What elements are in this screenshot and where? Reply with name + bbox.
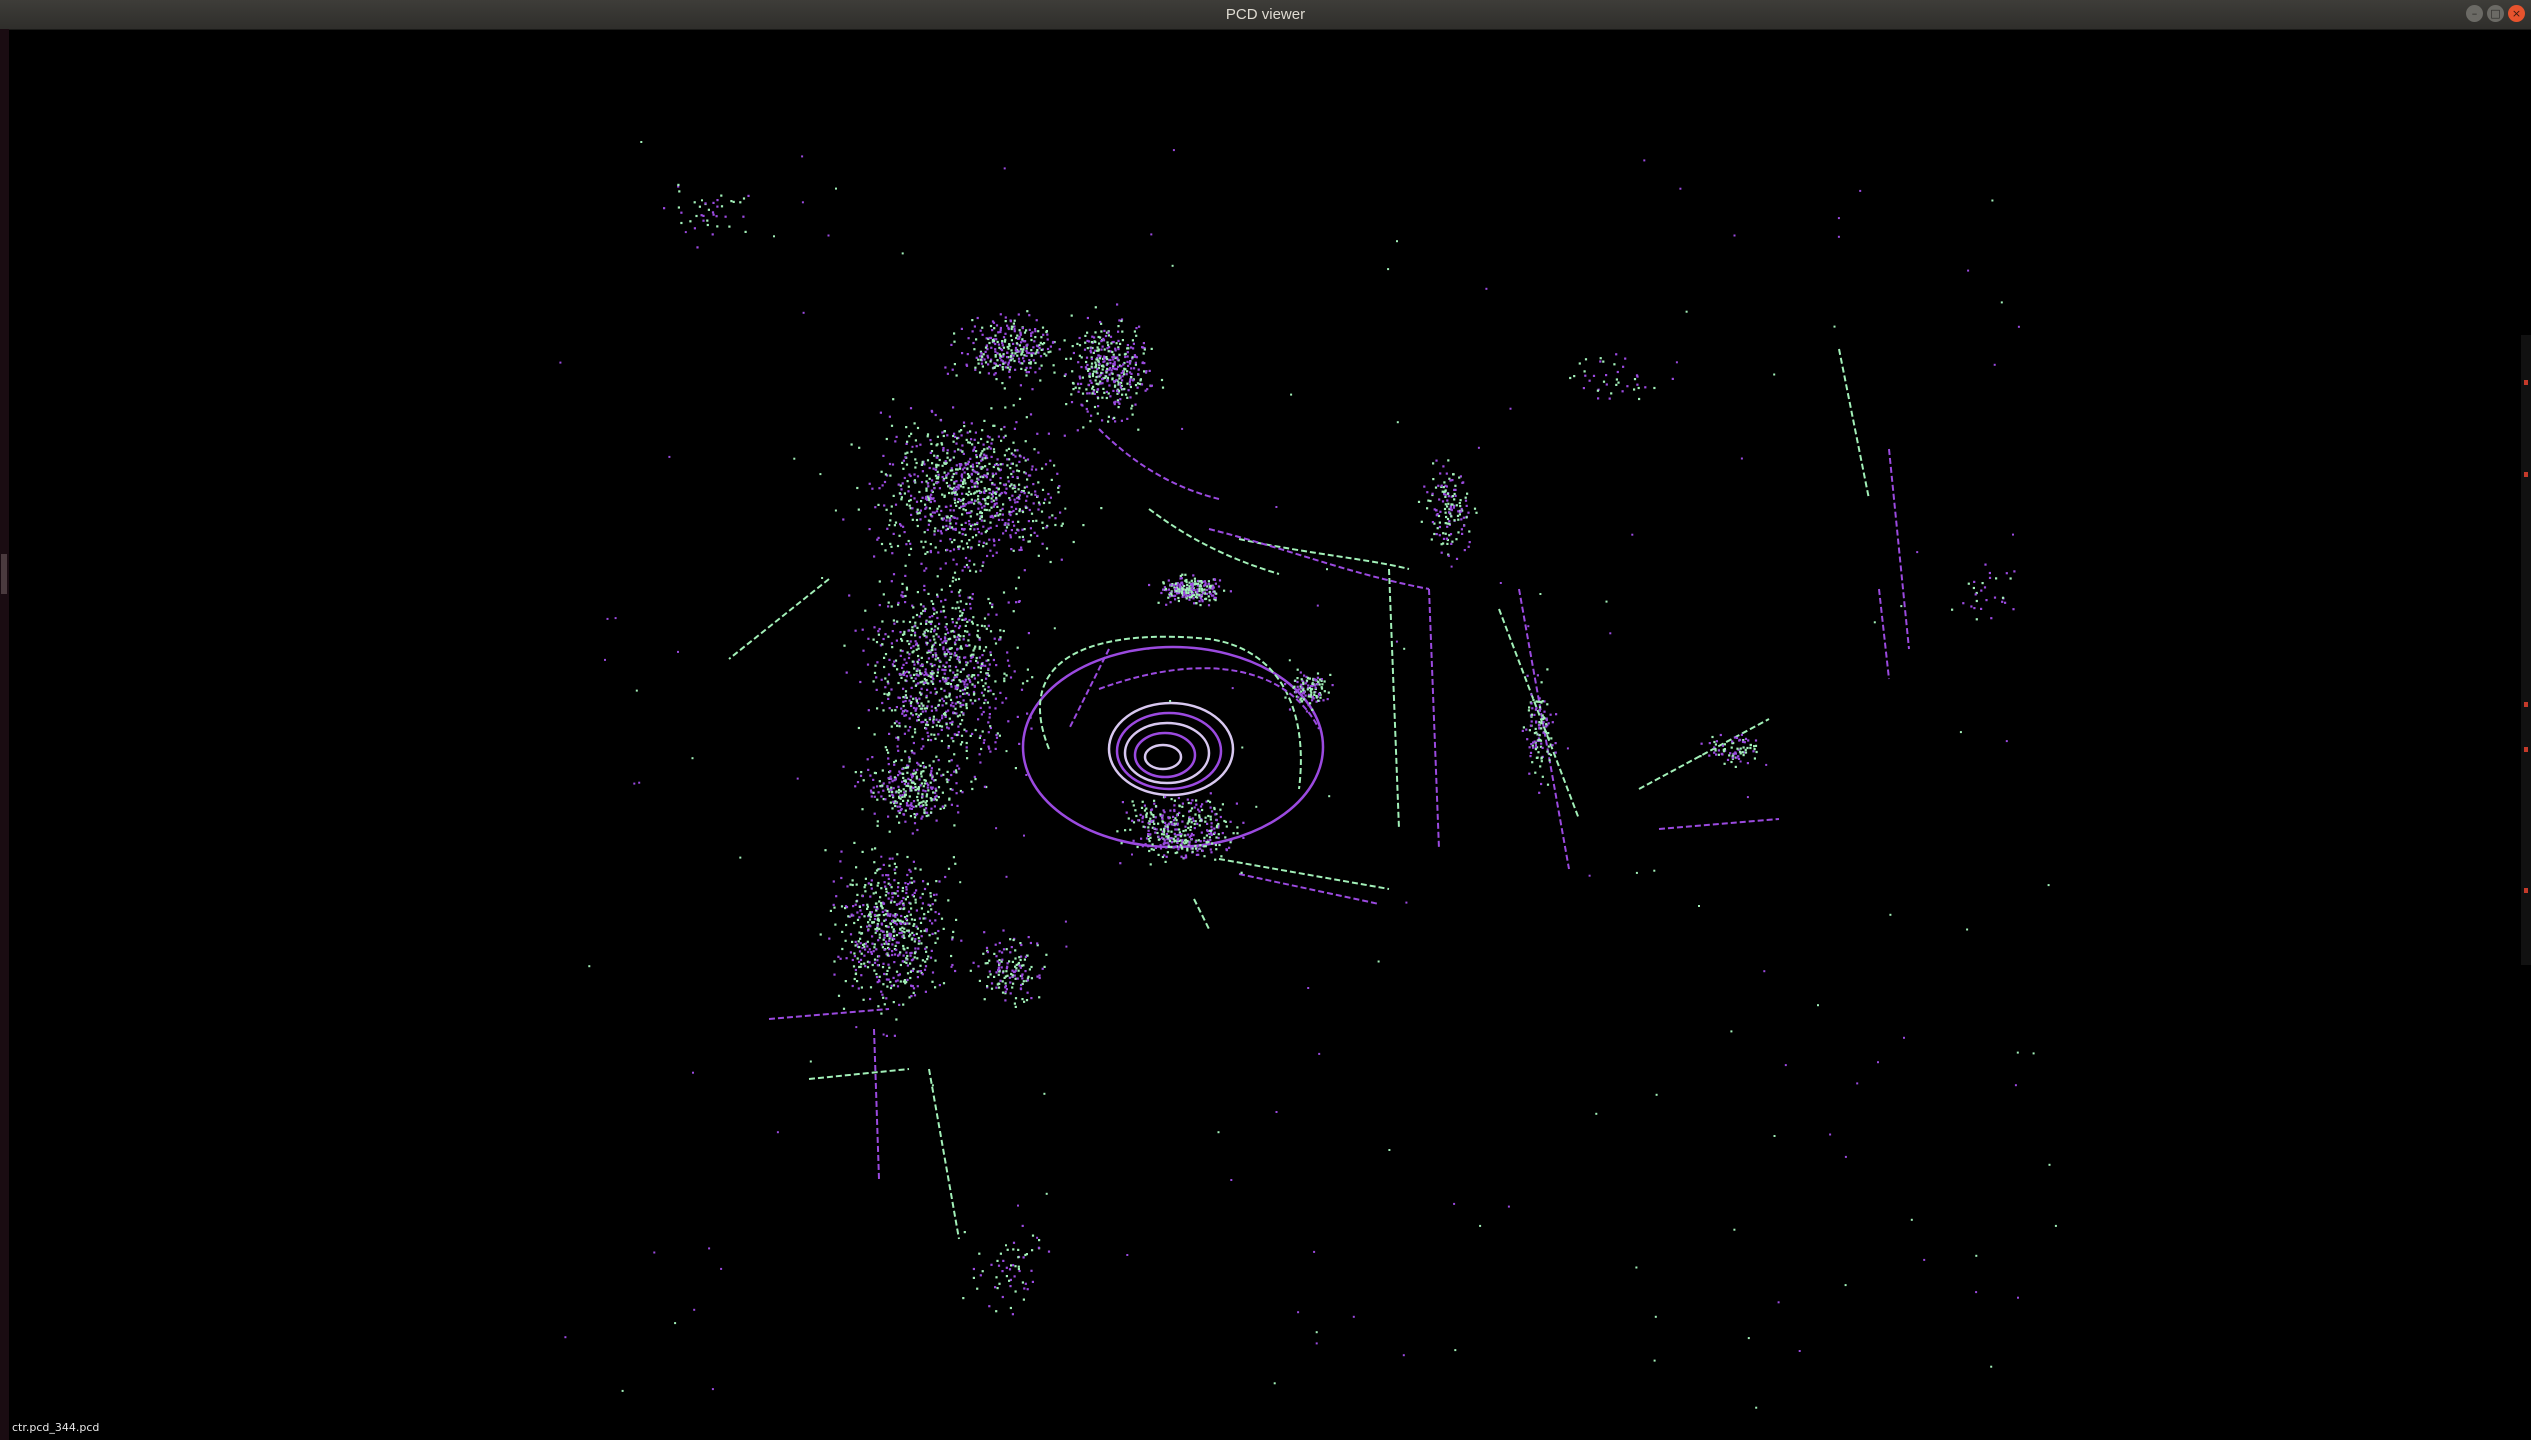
file-name-label: ctr.pcd_344.pcd bbox=[12, 1421, 100, 1434]
scan-structure bbox=[1428, 588, 1440, 850]
scan-structure bbox=[1098, 428, 1220, 500]
window-controls: – □ × bbox=[2466, 5, 2525, 22]
edge-marker bbox=[2524, 747, 2528, 752]
scan-structure bbox=[1193, 898, 1210, 930]
point-cloud-points bbox=[559, 141, 2057, 1409]
maximize-icon[interactable]: □ bbox=[2487, 5, 2504, 22]
scan-structure bbox=[928, 1068, 960, 1240]
edge-marker bbox=[2524, 888, 2528, 893]
scan-structure bbox=[1498, 608, 1580, 820]
edge-marker bbox=[2524, 380, 2528, 385]
point-cloud-canvas[interactable] bbox=[9, 29, 2521, 1440]
scan-structure bbox=[728, 578, 830, 660]
scan-structure bbox=[1238, 873, 1380, 905]
scan-structure bbox=[1838, 348, 1870, 500]
right-window-edge bbox=[2521, 335, 2531, 965]
window-title: PCD viewer bbox=[1225, 6, 1306, 23]
scan-structure bbox=[1638, 718, 1770, 790]
close-icon[interactable]: × bbox=[2508, 5, 2525, 22]
scan-structure bbox=[1888, 448, 1910, 650]
point-cloud-viewport[interactable] bbox=[9, 29, 2521, 1440]
scan-structure bbox=[1388, 568, 1400, 830]
scan-structure bbox=[768, 1008, 890, 1020]
scan-structure bbox=[1218, 858, 1390, 890]
edge-handle bbox=[1, 554, 7, 594]
minimize-icon[interactable]: – bbox=[2466, 5, 2483, 22]
scan-ring bbox=[1107, 701, 1235, 797]
scan-structure bbox=[1878, 588, 1890, 680]
scan-structure bbox=[873, 1028, 880, 1180]
scan-structure bbox=[1658, 818, 1780, 830]
scan-structure bbox=[808, 1068, 910, 1080]
scan-structure bbox=[1068, 648, 1110, 730]
edge-marker bbox=[2524, 702, 2528, 707]
scan-structure bbox=[1148, 508, 1280, 575]
edge-marker bbox=[2524, 472, 2528, 477]
scan-structure bbox=[1208, 528, 1430, 590]
left-window-edge bbox=[0, 29, 9, 1440]
title-bar[interactable]: PCD viewer – □ × bbox=[0, 0, 2531, 30]
scan-ring bbox=[1143, 743, 1183, 771]
